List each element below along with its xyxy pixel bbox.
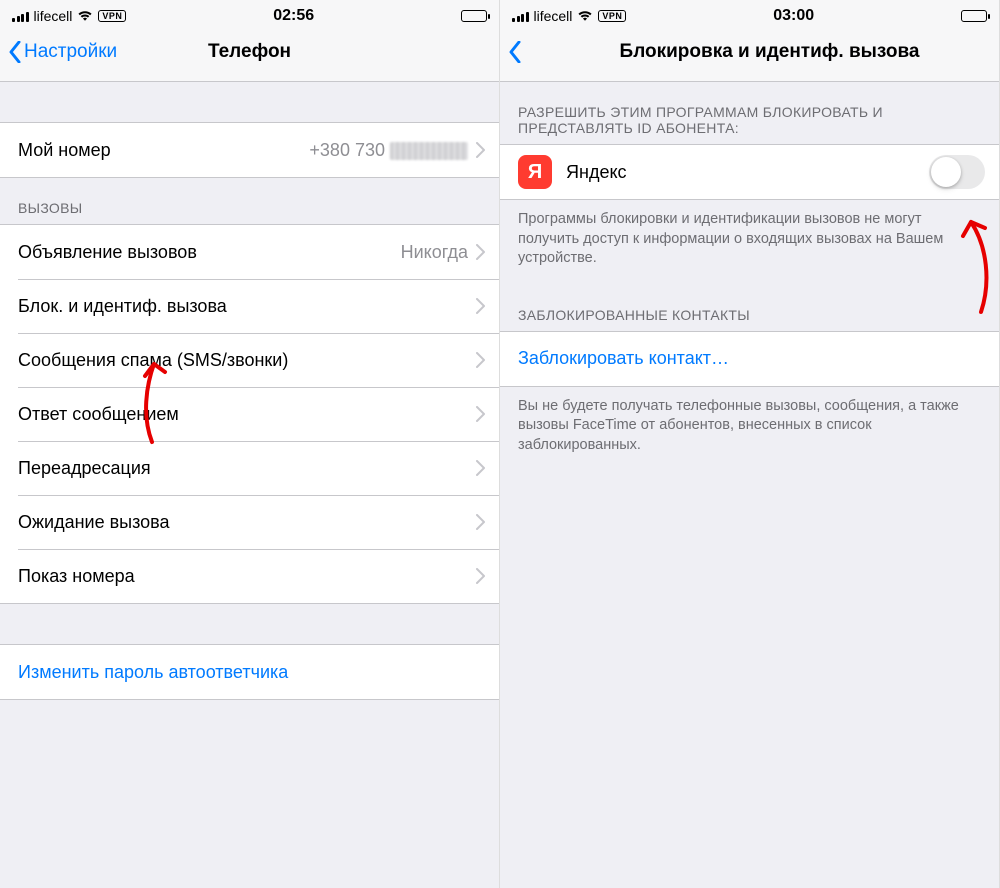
signal-icon: [512, 10, 529, 22]
carrier-label: lifecell: [534, 8, 573, 24]
cell-label: Ожидание вызова: [18, 512, 476, 533]
vpn-badge: VPN: [98, 10, 126, 22]
signal-icon: [12, 10, 29, 22]
battery-icon: [961, 10, 987, 22]
group-my-number: Мой номер +380 730: [0, 122, 499, 178]
chevron-right-icon: [476, 352, 485, 368]
status-time: 02:56: [273, 7, 314, 25]
section-footer-allow-apps: Программы блокировки и идентификации выз…: [500, 200, 999, 285]
row-app-yandex[interactable]: Я Яндекс: [500, 145, 999, 199]
row-spam-report[interactable]: Сообщения спама (SMS/звонки): [0, 333, 499, 387]
cell-label: Показ номера: [18, 566, 476, 587]
toggle-yandex[interactable]: [929, 155, 985, 189]
back-label: Настройки: [24, 41, 117, 63]
redacted-number: [390, 142, 468, 160]
cell-label: Объявление вызовов: [18, 242, 401, 263]
cell-label: Яндекс: [566, 162, 929, 183]
row-change-voicemail-password[interactable]: Изменить пароль автоответчика: [0, 645, 499, 699]
chevron-left-icon: [508, 41, 522, 63]
wifi-icon: [77, 10, 93, 22]
chevron-right-icon: [476, 298, 485, 314]
chevron-right-icon: [476, 244, 485, 260]
row-announce-calls[interactable]: Объявление вызовов Никогда: [0, 225, 499, 279]
page-title: Блокировка и идентиф. вызова: [500, 41, 999, 63]
chevron-right-icon: [476, 460, 485, 476]
chevron-right-icon: [476, 568, 485, 584]
vpn-badge: VPN: [598, 10, 626, 22]
cell-value: Никогда: [401, 242, 468, 263]
screen-phone-settings: lifecell VPN 02:56 Настройки Телефон Мой…: [0, 0, 500, 888]
row-my-number[interactable]: Мой номер +380 730: [0, 123, 499, 177]
cell-label: Переадресация: [18, 458, 476, 479]
group-calls: Объявление вызовов Никогда Блок. и идент…: [0, 224, 499, 604]
row-call-waiting[interactable]: Ожидание вызова: [0, 495, 499, 549]
cell-label: Мой номер: [18, 140, 309, 161]
row-respond-with-text[interactable]: Ответ сообщением: [0, 387, 499, 441]
screen-call-blocking: lifecell VPN 03:00 Блокировка и идентиф.…: [500, 0, 1000, 888]
status-right: [461, 10, 487, 22]
cell-label: Изменить пароль автоответчика: [18, 662, 485, 683]
cell-label: Блок. и идентиф. вызова: [18, 296, 476, 317]
status-time: 03:00: [773, 7, 814, 25]
section-header-blocked: ЗАБЛОКИРОВАННЫЕ КОНТАКТЫ: [500, 285, 999, 331]
row-block-contact[interactable]: Заблокировать контакт…: [500, 332, 999, 386]
chevron-right-icon: [476, 142, 485, 158]
battery-icon: [461, 10, 487, 22]
nav-bar: Настройки Телефон: [0, 28, 499, 82]
cell-value: +380 730: [309, 140, 468, 161]
row-block-identify[interactable]: Блок. и идентиф. вызова: [0, 279, 499, 333]
section-header-allow-apps: РАЗРЕШИТЬ ЭТИМ ПРОГРАММАМ БЛОКИРОВАТЬ И …: [500, 82, 999, 144]
status-left: lifecell VPN: [12, 8, 126, 24]
status-bar: lifecell VPN 03:00: [500, 0, 999, 28]
group-blocked: Заблокировать контакт…: [500, 331, 999, 387]
cell-label: Заблокировать контакт…: [518, 348, 985, 369]
chevron-left-icon: [8, 41, 22, 63]
status-bar: lifecell VPN 02:56: [0, 0, 499, 28]
cell-label: Сообщения спама (SMS/звонки): [18, 350, 476, 371]
status-left: lifecell VPN: [512, 8, 626, 24]
back-button[interactable]: [508, 41, 522, 63]
status-right: [961, 10, 987, 22]
group-allow-apps: Я Яндекс: [500, 144, 999, 200]
carrier-label: lifecell: [34, 8, 73, 24]
group-voicemail: Изменить пароль автоответчика: [0, 644, 499, 700]
yandex-app-icon: Я: [518, 155, 552, 189]
wifi-icon: [577, 10, 593, 22]
back-button[interactable]: Настройки: [8, 41, 117, 63]
cell-label: Ответ сообщением: [18, 404, 476, 425]
chevron-right-icon: [476, 406, 485, 422]
section-footer-blocked: Вы не будете получать телефонные вызовы,…: [500, 387, 999, 472]
chevron-right-icon: [476, 514, 485, 530]
section-header-calls: ВЫЗОВЫ: [0, 178, 499, 224]
nav-bar: Блокировка и идентиф. вызова: [500, 28, 999, 82]
row-call-forwarding[interactable]: Переадресация: [0, 441, 499, 495]
row-show-caller-id[interactable]: Показ номера: [0, 549, 499, 603]
